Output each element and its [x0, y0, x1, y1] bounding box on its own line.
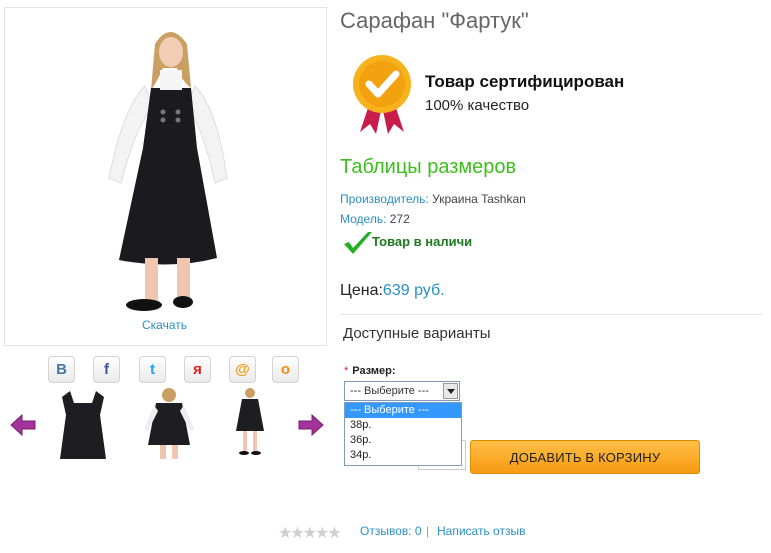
size-select-value: --- Выберите ---	[350, 385, 429, 397]
product-main-image[interactable]	[4, 7, 327, 346]
yandex-icon[interactable]: я	[184, 356, 211, 383]
certified-badge-icon	[353, 55, 411, 134]
prev-arrow-icon[interactable]	[10, 414, 36, 436]
size-label-text: Размер:	[352, 365, 396, 377]
model-row: Модель: 272	[340, 212, 410, 226]
thumbnail-dress[interactable]	[48, 385, 118, 463]
product-title: Сарафан "Фартук"	[340, 8, 529, 33]
certified-subtitle: 100% качество	[425, 97, 530, 114]
certified-title: Товар сертифицирован	[425, 72, 625, 91]
divider	[340, 314, 762, 315]
size-option[interactable]: --- Выберите ---	[345, 403, 461, 418]
stock-status: Товар в наличи	[372, 234, 473, 249]
model-label: Модель:	[340, 212, 387, 226]
rating-stars-icon: ★★★★★	[278, 525, 342, 542]
manufacturer-row: Производитель: Украина Tashkan	[340, 192, 526, 206]
thumbnail-girl-front[interactable]	[134, 385, 204, 463]
reviews-count-link[interactable]: Отзывов: 0	[360, 524, 422, 538]
size-table-link[interactable]: Таблицы размеров	[340, 156, 516, 179]
size-option[interactable]: 34р.	[345, 448, 461, 463]
download-link[interactable]: Скачать	[4, 318, 325, 332]
checkmark-icon	[344, 232, 372, 254]
price-value: 639 руб.	[382, 282, 445, 299]
size-dropdown-list: --- Выберите --- 38р. 36р. 34р.	[344, 402, 462, 466]
next-arrow-icon[interactable]	[298, 414, 324, 436]
vk-icon[interactable]: В	[48, 356, 75, 383]
write-review-link[interactable]: Написать отзыв	[437, 524, 525, 538]
variants-title: Доступные варианты	[343, 325, 491, 342]
odnoklassniki-icon[interactable]: о	[272, 356, 299, 383]
reviews-separator: |	[426, 524, 430, 538]
add-to-cart-button[interactable]: ДОБАВИТЬ В КОРЗИНУ	[470, 440, 700, 474]
manufacturer-value: Украина Tashkan	[432, 192, 526, 206]
thumbnail-girl-full[interactable]	[216, 385, 286, 463]
facebook-icon[interactable]: f	[93, 356, 120, 383]
required-mark: *	[344, 365, 349, 377]
chevron-down-icon[interactable]	[443, 383, 458, 399]
twitter-icon[interactable]: t	[139, 356, 166, 383]
size-select[interactable]: --- Выберите ---	[344, 381, 460, 401]
size-option[interactable]: 38р.	[345, 418, 461, 433]
mailru-icon[interactable]: @	[229, 356, 256, 383]
manufacturer-label: Производитель:	[340, 192, 429, 206]
size-label: * Размер:	[344, 365, 396, 377]
price-label: Цена:	[340, 282, 383, 299]
size-option[interactable]: 36р.	[345, 433, 461, 448]
model-value: 272	[389, 212, 410, 226]
price-row: Цена:639 руб.	[340, 282, 445, 300]
